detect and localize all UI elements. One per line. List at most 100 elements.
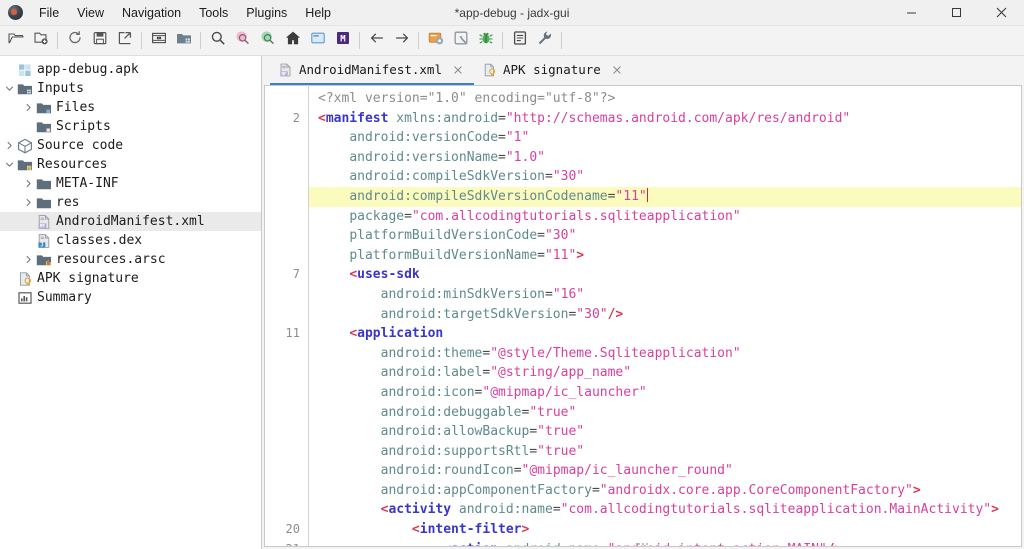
chevron-right-icon[interactable]	[2, 141, 16, 150]
export-icon	[117, 30, 133, 51]
text-search-button[interactable]	[205, 28, 230, 54]
code-line[interactable]: android:label="@string/app_name"	[309, 363, 1021, 383]
code-line[interactable]: android:compileSdkVersionCodename="11"	[309, 186, 1021, 207]
code-line[interactable]: <manifest xmlns:android="http://schemas.…	[309, 109, 1021, 129]
menu-navigation[interactable]: Navigation	[113, 0, 190, 26]
code-line[interactable]: package="com.allcodingtutorials.sqliteap…	[309, 207, 1021, 227]
code-line[interactable]: <uses-sdk	[309, 265, 1021, 285]
open-file-button[interactable]	[3, 28, 28, 54]
code-line[interactable]: android:appComponentFactory="androidx.co…	[309, 481, 1021, 501]
tree-item-apk-signature[interactable]: APK signature	[0, 269, 261, 288]
code-line[interactable]: android:debuggable="true"	[309, 403, 1021, 423]
tree-item-label: Scripts	[56, 119, 111, 134]
code-line[interactable]: android:targetSdkVersion="30"/>	[309, 305, 1021, 325]
tools-button[interactable]	[532, 28, 557, 54]
open-issue-button[interactable]	[473, 28, 498, 54]
menu-help[interactable]: Help	[296, 0, 340, 26]
code-line[interactable]: android:allowBackup="true"	[309, 422, 1021, 442]
reload-button[interactable]	[62, 28, 87, 54]
tree-item-classes-dex[interactable]: Jclasses.dex	[0, 231, 261, 250]
export-gradle-button[interactable]	[112, 28, 137, 54]
menu-plugins[interactable]: Plugins	[237, 0, 296, 26]
toolbar-separator	[359, 32, 360, 49]
jadx-app-icon	[0, 0, 30, 25]
line-number	[265, 422, 308, 442]
line-number: 21	[265, 540, 308, 546]
deobfuscation-button[interactable]	[171, 28, 196, 54]
back-button[interactable]	[364, 28, 389, 54]
chevron-right-icon[interactable]	[21, 103, 35, 112]
save-all-button[interactable]	[87, 28, 112, 54]
menu-file[interactable]: File	[30, 0, 68, 26]
quark-analysis-button[interactable]	[448, 28, 473, 54]
tree-item-androidmanifest-xml[interactable]: MF AndroidManifest.xml	[0, 212, 261, 231]
chevron-right-icon[interactable]	[21, 198, 35, 207]
close-icon[interactable]	[610, 63, 624, 77]
maximize-button[interactable]	[934, 0, 979, 25]
tree-item-source-code[interactable]: Source code	[0, 136, 261, 155]
editor-tab-androidmanifest-xml[interactable]: MF AndroidManifest.xml	[270, 56, 474, 85]
comment-search-button[interactable]	[255, 28, 280, 54]
chevron-down-icon[interactable]	[2, 160, 16, 169]
code-line[interactable]: <activity android:name="com.allcodingtut…	[309, 500, 1021, 520]
search-icon	[210, 30, 226, 51]
line-number	[265, 442, 308, 462]
line-number: 20	[285, 522, 300, 537]
tree-item-resources-arsc[interactable]: resources.arsc	[0, 250, 261, 269]
menu-view[interactable]: View	[68, 0, 113, 26]
tree-item-label: res	[56, 195, 80, 210]
tree-item-files[interactable]: Files	[0, 98, 261, 117]
class-search-button[interactable]	[230, 28, 255, 54]
close-button[interactable]	[979, 0, 1024, 25]
code-viewer[interactable]: 2711202122242120112 <?xml version="1.0" …	[264, 85, 1022, 547]
chevron-down-icon[interactable]	[2, 84, 16, 93]
line-number	[265, 481, 308, 501]
menu-tools[interactable]: Tools	[190, 0, 237, 26]
folder-blue-icon	[35, 100, 52, 116]
chevron-right-icon[interactable]	[21, 255, 35, 264]
mappings-button[interactable]: M	[330, 28, 355, 54]
decompile-all-button[interactable]	[305, 28, 330, 54]
editor-tab-label: AndroidManifest.xml	[299, 62, 442, 77]
inputs-icon	[16, 81, 33, 97]
code-line[interactable]: <intent-filter>	[309, 520, 1021, 540]
main-activity-button[interactable]	[280, 28, 305, 54]
code-line[interactable]: <action android:name="android.intent.act…	[309, 540, 1021, 546]
collapse-all-button[interactable]	[146, 28, 171, 54]
code-line[interactable]: platformBuildVersionName="11">	[309, 246, 1021, 266]
tree-item-res[interactable]: res	[0, 193, 261, 212]
code-line[interactable]: android:versionCode="1"	[309, 128, 1021, 148]
add-files-button[interactable]	[28, 28, 53, 54]
preferences-button[interactable]	[423, 28, 448, 54]
editor-tab-apk-signature[interactable]: APK signature	[474, 56, 633, 85]
tree-item-app-debug-apk[interactable]: app-debug.apk	[0, 60, 261, 79]
log-viewer-button[interactable]	[507, 28, 532, 54]
line-number	[265, 500, 308, 520]
code-line[interactable]: platformBuildVersionCode="30"	[309, 226, 1021, 246]
tree-item-summary[interactable]: Summary	[0, 288, 261, 307]
forward-button[interactable]	[389, 28, 414, 54]
code-line[interactable]: android:supportsRtl="true"	[309, 442, 1021, 462]
signature-icon	[16, 271, 33, 287]
tree-item-inputs[interactable]: Inputs	[0, 79, 261, 98]
code-line[interactable]: android:versionName="1.0"	[309, 148, 1021, 168]
chevron-right-icon[interactable]	[21, 179, 35, 188]
dex-icon: J	[35, 233, 52, 249]
tree-item-scripts[interactable]: Scripts	[0, 117, 261, 136]
tree-item-resources[interactable]: Resources	[0, 155, 261, 174]
code-line[interactable]: android:roundIcon="@mipmap/ic_launcher_r…	[309, 461, 1021, 481]
code-line[interactable]: <application	[309, 324, 1021, 344]
project-tree[interactable]: app-debug.apk Inputs Files Scripts Source co…	[0, 56, 262, 549]
code-line[interactable]: <?xml version="1.0" encoding="utf-8"?>	[309, 89, 1021, 109]
minimize-button[interactable]	[889, 0, 934, 25]
code-line[interactable]: android:minSdkVersion="16"	[309, 285, 1021, 305]
code-line[interactable]: android:theme="@style/Theme.Sqliteapplic…	[309, 344, 1021, 364]
open-folder-icon	[7, 30, 24, 51]
tree-item-meta-inf[interactable]: META-INF	[0, 174, 261, 193]
code-line[interactable]: android:icon="@mipmap/ic_launcher"	[309, 383, 1021, 403]
manifest-icon: MF	[278, 62, 293, 77]
code-line[interactable]: android:compileSdkVersion="30"	[309, 167, 1021, 187]
line-number	[265, 207, 308, 227]
code-content[interactable]: <?xml version="1.0" encoding="utf-8"?> <m…	[309, 86, 1021, 546]
close-icon[interactable]	[451, 63, 465, 77]
